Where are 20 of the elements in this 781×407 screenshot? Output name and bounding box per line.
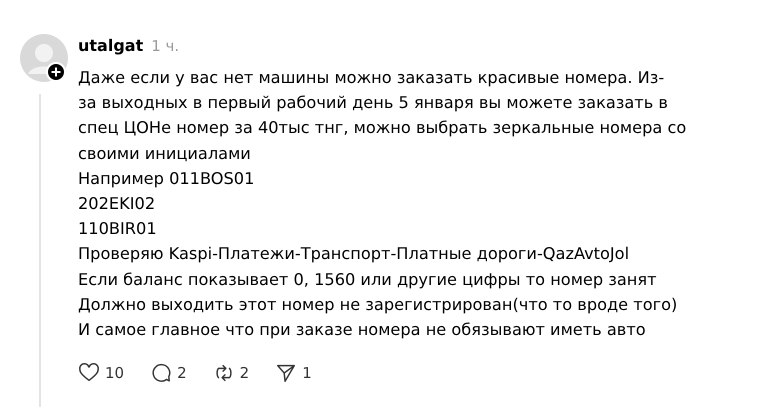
comment-text: 202EKI02 xyxy=(78,193,156,216)
share-button[interactable]: 1 xyxy=(275,362,312,384)
username[interactable]: utalgat xyxy=(78,36,144,55)
comment-text: своими инициалами xyxy=(78,142,252,165)
comment-text: Должно выходить этот номер не зарегистрирован(что то вроде того) xyxy=(78,294,678,316)
comment-text: Проверяю Kaspi-Платежи-Транспорт-Платные дороги-QazAvtoJol xyxy=(78,243,630,266)
comment-text: Даже если у вас нет машины можно заказать красивые номера. Из- xyxy=(78,67,666,89)
comment-text: спец ЦОНе номер за 40тыс тнг, можно выбрать зеркальные номера со xyxy=(78,117,686,140)
plus-icon[interactable] xyxy=(46,62,66,82)
comment-text: 110BIR01 xyxy=(78,218,158,240)
reply-button[interactable]: 2 xyxy=(150,362,187,384)
repost-button[interactable]: 2 xyxy=(212,362,250,384)
comment-text: за выходных в первый рабочий день 5 января вы можете заказать в xyxy=(78,92,669,114)
send-icon xyxy=(275,362,298,384)
comment-text: Например 011BOS01 xyxy=(78,168,256,190)
comment-text: И самое главное что при заказе номера не обязывают иметь авто xyxy=(78,319,647,342)
like-button[interactable]: 10 xyxy=(78,362,124,384)
speech-bubble-icon xyxy=(150,362,172,384)
timestamp: 1 ч. xyxy=(151,37,180,55)
comment-text: Если баланс показывает 0, 1560 или другие цифры то номер занят xyxy=(78,268,658,291)
